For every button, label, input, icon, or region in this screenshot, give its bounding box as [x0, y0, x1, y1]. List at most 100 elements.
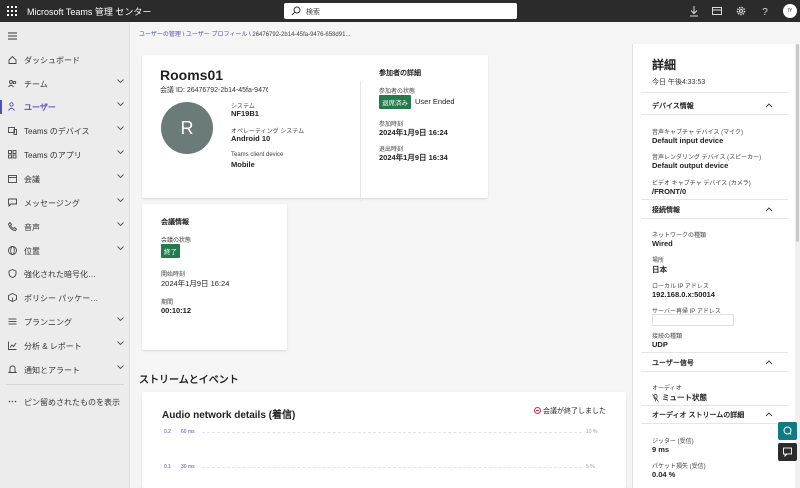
- display-icon[interactable]: [711, 5, 723, 17]
- breadcrumb-user-profile[interactable]: ユーザー プロフィール: [186, 32, 247, 38]
- chevron-down-icon[interactable]: [117, 317, 124, 322]
- nav-item-label: ダッシュボード: [24, 56, 80, 65]
- nav-item-label: 強化された暗号化…: [24, 270, 96, 279]
- y-tick-right-label: 10 %: [586, 429, 598, 435]
- chevron-down-icon[interactable]: [117, 222, 124, 227]
- system-value: NF19B1: [231, 109, 259, 118]
- apps-icon: [8, 150, 17, 159]
- users-icon: [8, 102, 15, 111]
- help-icon[interactable]: ?: [759, 5, 771, 17]
- devices-icon: [8, 127, 17, 135]
- audio-signal-value: ミュート状態: [662, 393, 707, 402]
- nav-item-label: プランニング: [24, 318, 72, 327]
- show-pinned-label: ピン留めされたものを表示: [24, 398, 120, 407]
- nav-item-home[interactable]: ダッシュボード: [0, 50, 130, 70]
- divider: [641, 92, 788, 93]
- nav-item-meetings[interactable]: 会議: [0, 169, 130, 189]
- meeting-status-label: 会議の状態: [161, 238, 192, 244]
- nav-item-bell[interactable]: 通知とアラート: [0, 360, 130, 380]
- mic-label: 音声キャプチャ デバイス (マイク): [652, 130, 743, 136]
- download-icon[interactable]: [688, 5, 700, 17]
- meeting-id-label: 会議 ID:: [160, 87, 185, 94]
- divider: [641, 423, 788, 424]
- show-pinned-button[interactable]: ピン留めされたものを表示: [0, 392, 130, 412]
- client-label: Teams client device: [231, 152, 284, 158]
- packet-loss-value: 0.04 %: [652, 470, 676, 479]
- breadcrumb-separator: \: [182, 32, 185, 38]
- server-ip-value: [652, 314, 734, 326]
- nav-item-label: 音声: [24, 223, 40, 232]
- nav-item-planning[interactable]: プランニング: [0, 312, 130, 332]
- chevron-down-icon[interactable]: [117, 102, 124, 107]
- nav-separator: [6, 384, 124, 385]
- audio-signal-row: ミュート状態: [652, 392, 707, 403]
- chevron-up-icon[interactable]: [765, 359, 773, 365]
- meeting-ended-notice: 会議が終了しました: [534, 406, 606, 416]
- participant-avatar: R: [161, 102, 213, 154]
- chevron-down-icon[interactable]: [117, 341, 124, 346]
- meeting-info-card: 会議情報 会議の状態 終了 開始時刻 2024年1月9日 16:24 期間 00…: [142, 204, 287, 350]
- settings-gear-icon[interactable]: [735, 5, 747, 17]
- planning-icon: [8, 318, 17, 325]
- chevron-up-icon[interactable]: [765, 411, 773, 417]
- nav-item-package[interactable]: ポリシー パッケー…: [0, 288, 130, 308]
- scrollbar-thumb[interactable]: [796, 44, 799, 242]
- meeting-info-title: 会議情報: [161, 219, 189, 226]
- nav-item-messaging[interactable]: メッセージング: [0, 193, 130, 213]
- chevron-up-icon[interactable]: [765, 102, 773, 108]
- nav-item-users[interactable]: ユーザー: [0, 97, 130, 117]
- network-type-label: ネットワークの種類: [652, 233, 707, 239]
- divider: [641, 371, 788, 372]
- duration-value: 00:10:12: [161, 306, 192, 315]
- nav-item-label: ユーザー: [24, 103, 56, 112]
- app-launcher-icon[interactable]: [7, 6, 17, 16]
- chevron-down-icon[interactable]: [117, 126, 124, 131]
- audio-signal-label: オーディオ: [652, 386, 682, 392]
- speaker-label: 音声レンダリング デバイス (スピーカー): [652, 155, 762, 161]
- top-bar: Microsoft Teams 管理 センター 検索 ? IY: [0, 0, 800, 22]
- participant-status-badge: 退席済み: [379, 95, 411, 109]
- chevron-up-icon[interactable]: [765, 206, 773, 212]
- chevron-down-icon[interactable]: [117, 79, 124, 84]
- participant-status-label: 参加者の状態: [379, 89, 416, 95]
- join-time-value: 2024年1月9日 16:24: [379, 128, 448, 137]
- chart-title: Audio network details (着信): [162, 410, 296, 421]
- user-avatar[interactable]: IY: [783, 4, 797, 18]
- nav-item-apps[interactable]: Teams のアプリ: [0, 145, 130, 165]
- nav-item-phone[interactable]: 音声: [0, 217, 130, 237]
- nav-item-label: メッセージング: [24, 199, 80, 208]
- nav-item-teams[interactable]: チーム: [0, 74, 130, 94]
- nav-item-shield[interactable]: 強化された暗号化…: [0, 264, 130, 284]
- nav-item-chart[interactable]: 分析 & レポート: [0, 336, 130, 356]
- y-tick-label: 30 ms: [181, 464, 195, 470]
- help-assistant-button[interactable]: [778, 422, 797, 440]
- connection-type-value: UDP: [652, 340, 668, 349]
- search-placeholder[interactable]: 検索: [306, 7, 320, 17]
- hamburger-menu-icon[interactable]: [8, 32, 17, 40]
- chevron-down-icon[interactable]: [117, 150, 124, 155]
- nav-item-devices[interactable]: Teams のデバイス: [0, 121, 130, 141]
- breadcrumb-user-management[interactable]: ユーザーの管理: [139, 32, 181, 38]
- mic-value: Default input device: [652, 136, 724, 145]
- globe-icon: [8, 246, 17, 255]
- user-signal-title: ユーザー信号: [652, 360, 694, 367]
- search-box[interactable]: 検索: [284, 3, 517, 19]
- chevron-down-icon[interactable]: [117, 198, 124, 203]
- feedback-button[interactable]: [778, 443, 797, 461]
- meeting-id: 会議 ID: 26476792-2b14-45fa-9476: [160, 85, 268, 95]
- jitter-value: 9 ms: [652, 445, 670, 454]
- chevron-down-icon[interactable]: [117, 365, 124, 370]
- breadcrumb: ユーザーの管理 \ ユーザー プロフィール \ 26476792-2b14-45…: [139, 29, 350, 38]
- meeting-ended-text: 会議が終了しました: [543, 408, 606, 415]
- local-ip-label: ローカル IP アドレス: [652, 284, 709, 290]
- messaging-icon: [8, 198, 17, 207]
- app-title[interactable]: Microsoft Teams 管理 センター: [27, 5, 151, 18]
- network-type-value: Wired: [652, 239, 673, 248]
- chevron-down-icon[interactable]: [117, 174, 124, 179]
- participant-card: Rooms01 会議 ID: 26476792-2b14-45fa-9476 R…: [142, 55, 488, 201]
- ended-status-icon: [534, 407, 541, 414]
- y-tick-right-label: 5 %: [586, 464, 595, 470]
- chevron-down-icon[interactable]: [117, 246, 124, 251]
- nav-item-globe[interactable]: 位置: [0, 241, 130, 261]
- duration-label: 期間: [161, 300, 174, 306]
